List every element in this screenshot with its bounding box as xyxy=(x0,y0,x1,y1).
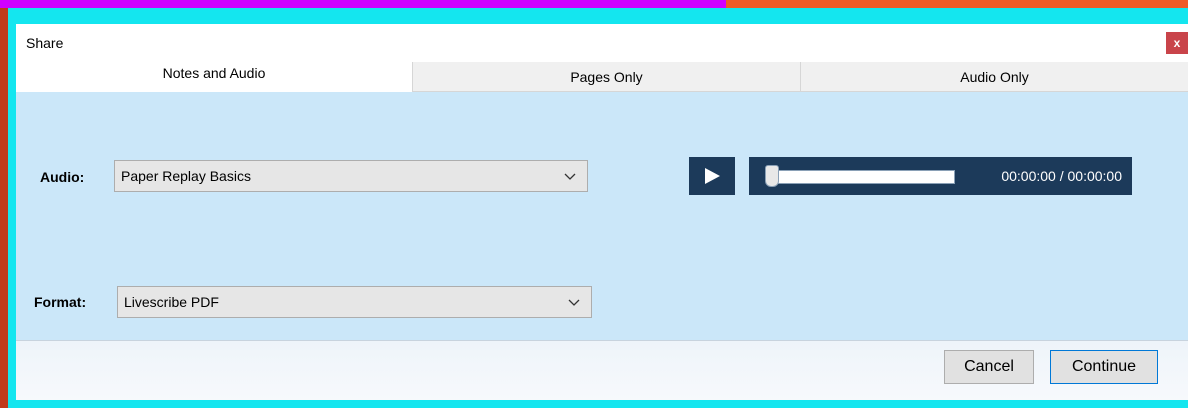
progress-thumb[interactable] xyxy=(765,165,779,187)
title-bar: Share x xyxy=(16,24,1188,62)
audio-select-value: Paper Replay Basics xyxy=(121,168,251,184)
chevron-down-icon xyxy=(564,173,576,180)
window-title: Share xyxy=(26,35,64,51)
close-button[interactable]: x xyxy=(1166,32,1188,54)
tab-notes-and-audio[interactable]: Notes and Audio xyxy=(16,62,412,92)
format-select[interactable]: Livescribe PDF xyxy=(117,286,592,318)
format-select-value: Livescribe PDF xyxy=(124,294,219,310)
tab-pages-only[interactable]: Pages Only xyxy=(412,62,800,92)
tab-label: Notes and Audio xyxy=(162,65,266,81)
dialog-footer: Cancel Continue xyxy=(16,340,1188,400)
tab-label: Audio Only xyxy=(960,68,1029,85)
audio-select[interactable]: Paper Replay Basics xyxy=(114,160,588,192)
close-icon: x xyxy=(1173,36,1181,50)
tab-strip: Notes and Audio Pages Only Audio Only xyxy=(16,62,1188,92)
chevron-down-icon xyxy=(568,299,580,306)
progress-track[interactable] xyxy=(767,170,955,184)
continue-button[interactable]: Continue xyxy=(1050,350,1158,384)
audio-label: Audio: xyxy=(40,169,85,185)
cancel-button[interactable]: Cancel xyxy=(944,350,1034,384)
tab-audio-only[interactable]: Audio Only xyxy=(800,62,1188,92)
audio-player: 00:00:00 / 00:00:00 xyxy=(749,157,1132,195)
tab-panel: Audio: Paper Replay Basics 00:00:00 / 00… xyxy=(16,92,1188,340)
play-button[interactable] xyxy=(689,157,735,195)
tab-label: Pages Only xyxy=(570,68,643,85)
format-label: Format: xyxy=(34,294,87,310)
share-dialog: Share x Notes and Audio Pages Only Audio… xyxy=(16,24,1188,400)
play-icon xyxy=(705,168,720,184)
time-readout: 00:00:00 / 00:00:00 xyxy=(1001,168,1122,184)
